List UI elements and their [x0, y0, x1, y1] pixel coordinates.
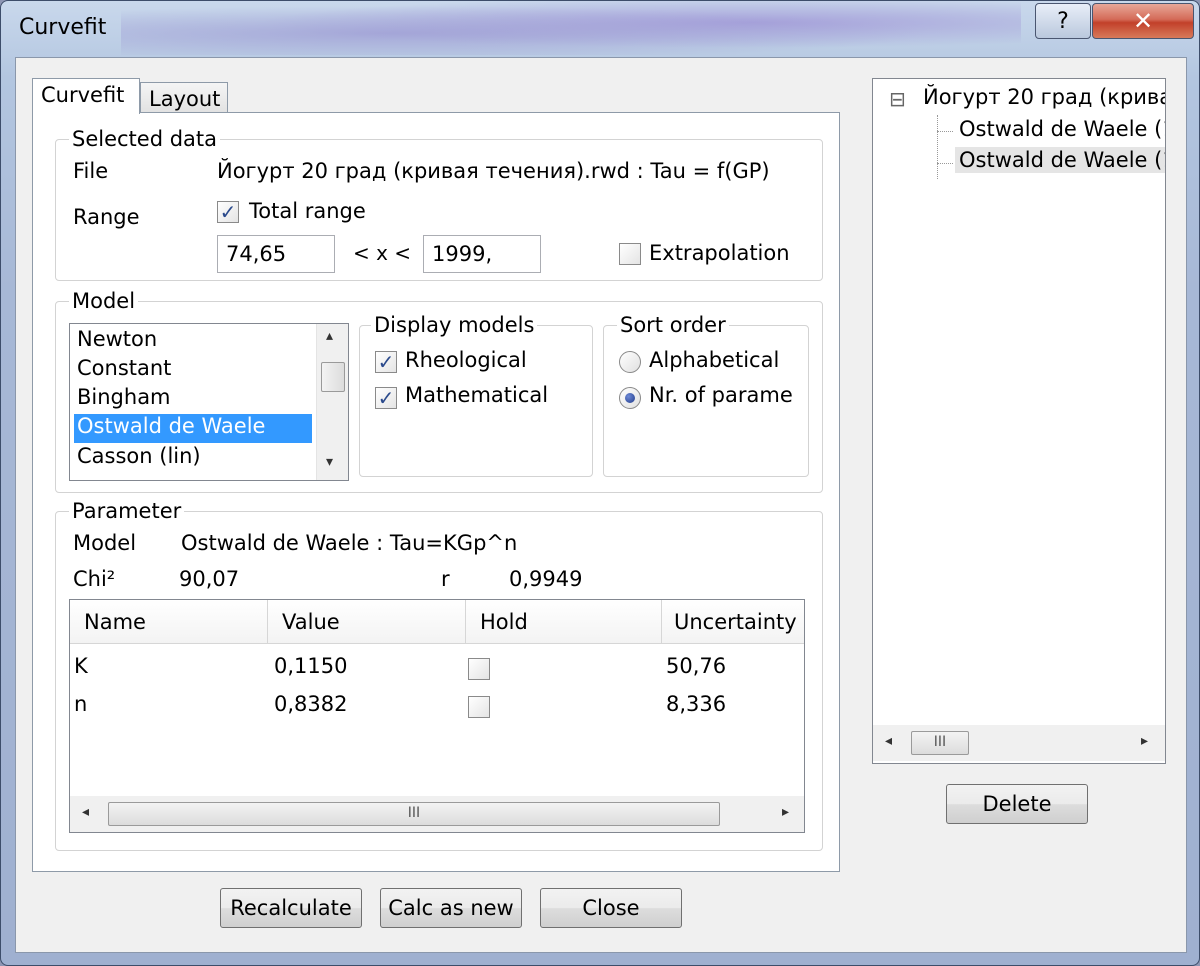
sort-order-legend: Sort order: [617, 313, 729, 337]
selected-data-legend: Selected data: [69, 127, 221, 151]
range-max-input[interactable]: 1999,: [423, 235, 541, 273]
parameter-legend: Parameter: [69, 499, 185, 523]
display-models-legend: Display models: [371, 313, 538, 337]
scroll-right-icon[interactable]: ▸: [1141, 733, 1148, 749]
r-value: 0,9949: [509, 567, 583, 591]
tree-connector: [937, 131, 953, 132]
parameter-grid-scroll-thumb[interactable]: III: [108, 802, 720, 826]
mathematical-label: Mathematical: [405, 383, 549, 407]
column-header-value[interactable]: Value: [268, 600, 466, 644]
tree-hscrollbar[interactable]: ◂ III ▸: [873, 725, 1165, 761]
model-list-scrollbar[interactable]: ▴ ▾: [316, 324, 348, 480]
model-legend: Model: [69, 289, 139, 313]
column-header-name-label: Name: [84, 610, 146, 634]
range-label: Range: [73, 205, 140, 229]
check-icon: ✓: [377, 386, 395, 410]
window-title: Curvefit: [19, 15, 107, 40]
extrapolation-checkbox[interactable]: [619, 243, 641, 265]
column-header-uncertainty-label: Uncertainty: [674, 610, 797, 634]
tab-curvefit[interactable]: Curvefit: [32, 78, 140, 114]
tree-collapse-icon[interactable]: ⊟: [889, 87, 906, 111]
tab-layout-label: Layout: [149, 87, 221, 111]
model-list-item[interactable]: Constant: [74, 356, 312, 385]
tree-child-node[interactable]: Ostwald de Waele (1: [959, 117, 1165, 141]
close-icon: ✕: [1132, 7, 1154, 35]
column-header-name[interactable]: Name: [70, 600, 268, 644]
alphabetical-label: Alphabetical: [649, 348, 780, 372]
check-icon: ✓: [219, 200, 237, 224]
scroll-left-icon[interactable]: ◂: [82, 804, 89, 820]
r-label: r: [441, 567, 450, 591]
column-header-uncertainty[interactable]: Uncertainty: [662, 600, 804, 644]
tree-scroll-thumb[interactable]: III: [911, 731, 969, 755]
mathematical-checkbox[interactable]: ✓: [375, 387, 397, 409]
help-icon: ?: [1057, 8, 1069, 34]
column-header-value-label: Value: [282, 610, 340, 634]
delete-button[interactable]: Delete: [946, 784, 1088, 824]
model-listbox[interactable]: Newton Constant Bingham Ostwald de Waele…: [69, 323, 349, 481]
model-list-item[interactable]: Bingham: [74, 385, 312, 414]
nr-params-radio[interactable]: [619, 387, 641, 409]
chi-label: Chi²: [73, 567, 116, 591]
grip-icon: III: [407, 805, 421, 821]
tab-layout[interactable]: Layout: [140, 82, 228, 114]
chi-value: 90,07: [179, 567, 240, 591]
recalculate-button-label: Recalculate: [230, 896, 352, 920]
close-button-label: Close: [582, 896, 640, 920]
close-button[interactable]: Close: [540, 888, 682, 928]
model-list-item-selected[interactable]: Ostwald de Waele: [74, 414, 312, 443]
nr-params-label: Nr. of parame: [649, 383, 793, 407]
titlebar-background: [121, 1, 1021, 55]
window-close-button[interactable]: ✕: [1092, 3, 1194, 39]
alphabetical-radio[interactable]: [619, 351, 641, 373]
column-header-hold-label: Hold: [480, 610, 528, 634]
total-range-label: Total range: [249, 199, 366, 223]
scroll-up-icon[interactable]: ▴: [326, 328, 333, 344]
tree-connector: [937, 115, 938, 179]
hold-checkbox[interactable]: [468, 658, 490, 680]
parameter-grid-hscrollbar[interactable]: ◂ III ▸: [70, 796, 804, 832]
scroll-down-icon[interactable]: ▾: [326, 454, 333, 470]
tree-root-node[interactable]: Йогурт 20 град (кривая: [923, 85, 1165, 109]
row-value-cell[interactable]: 0,1150: [268, 650, 466, 688]
parameter-grid[interactable]: Name Value Hold Uncertainty K 0,1150 50,…: [69, 599, 805, 833]
curvefit-window: Curvefit ? ✕ Curvefit Layout Selected da…: [0, 0, 1200, 966]
range-min-input[interactable]: 74,65: [217, 235, 335, 273]
row-value-cell[interactable]: 0,8382: [268, 688, 466, 726]
extrapolation-label: Extrapolation: [649, 241, 790, 265]
calc-as-new-button[interactable]: Calc as new: [380, 888, 522, 928]
dialog-client-area: Curvefit Layout Selected data File Йогур…: [15, 57, 1187, 953]
rheological-label: Rheological: [405, 348, 527, 372]
row-name-cell[interactable]: K: [70, 650, 268, 688]
check-icon: ✓: [377, 350, 395, 374]
model-list-item[interactable]: Casson (lin): [74, 444, 312, 473]
calc-as-new-button-label: Calc as new: [388, 896, 514, 920]
parameter-model-label: Model: [73, 531, 137, 555]
scroll-right-icon[interactable]: ▸: [782, 804, 789, 820]
total-range-checkbox[interactable]: ✓: [217, 201, 239, 223]
file-value: Йогурт 20 град (кривая течения).rwd : Ta…: [217, 159, 770, 183]
delete-button-label: Delete: [982, 792, 1052, 816]
range-separator: < x <: [353, 241, 412, 265]
model-list-item[interactable]: Newton: [74, 327, 312, 356]
help-button[interactable]: ?: [1035, 3, 1091, 39]
rheological-checkbox[interactable]: ✓: [375, 351, 397, 373]
scroll-left-icon[interactable]: ◂: [885, 733, 892, 749]
tree-child-node-selected[interactable]: Ostwald de Waele (1: [955, 147, 1165, 173]
fit-results-tree[interactable]: ⊟ Йогурт 20 град (кривая Ostwald de Wael…: [872, 78, 1166, 764]
column-header-hold[interactable]: Hold: [466, 600, 662, 644]
file-label: File: [73, 159, 109, 183]
curvefit-tab-panel: Selected data File Йогурт 20 град (крива…: [32, 112, 840, 872]
row-name-cell[interactable]: n: [70, 688, 268, 726]
model-list-scroll-thumb[interactable]: [321, 362, 345, 392]
parameter-model-value: Ostwald de Waele : Tau=KGp^n: [181, 531, 518, 555]
tab-curvefit-label: Curvefit: [41, 83, 125, 107]
tree-connector: [937, 163, 953, 164]
row-uncertainty-cell[interactable]: 8,336: [662, 688, 804, 726]
hold-checkbox[interactable]: [468, 696, 490, 718]
grip-icon: III: [933, 734, 947, 750]
recalculate-button[interactable]: Recalculate: [220, 888, 362, 928]
row-uncertainty-cell[interactable]: 50,76: [662, 650, 804, 688]
